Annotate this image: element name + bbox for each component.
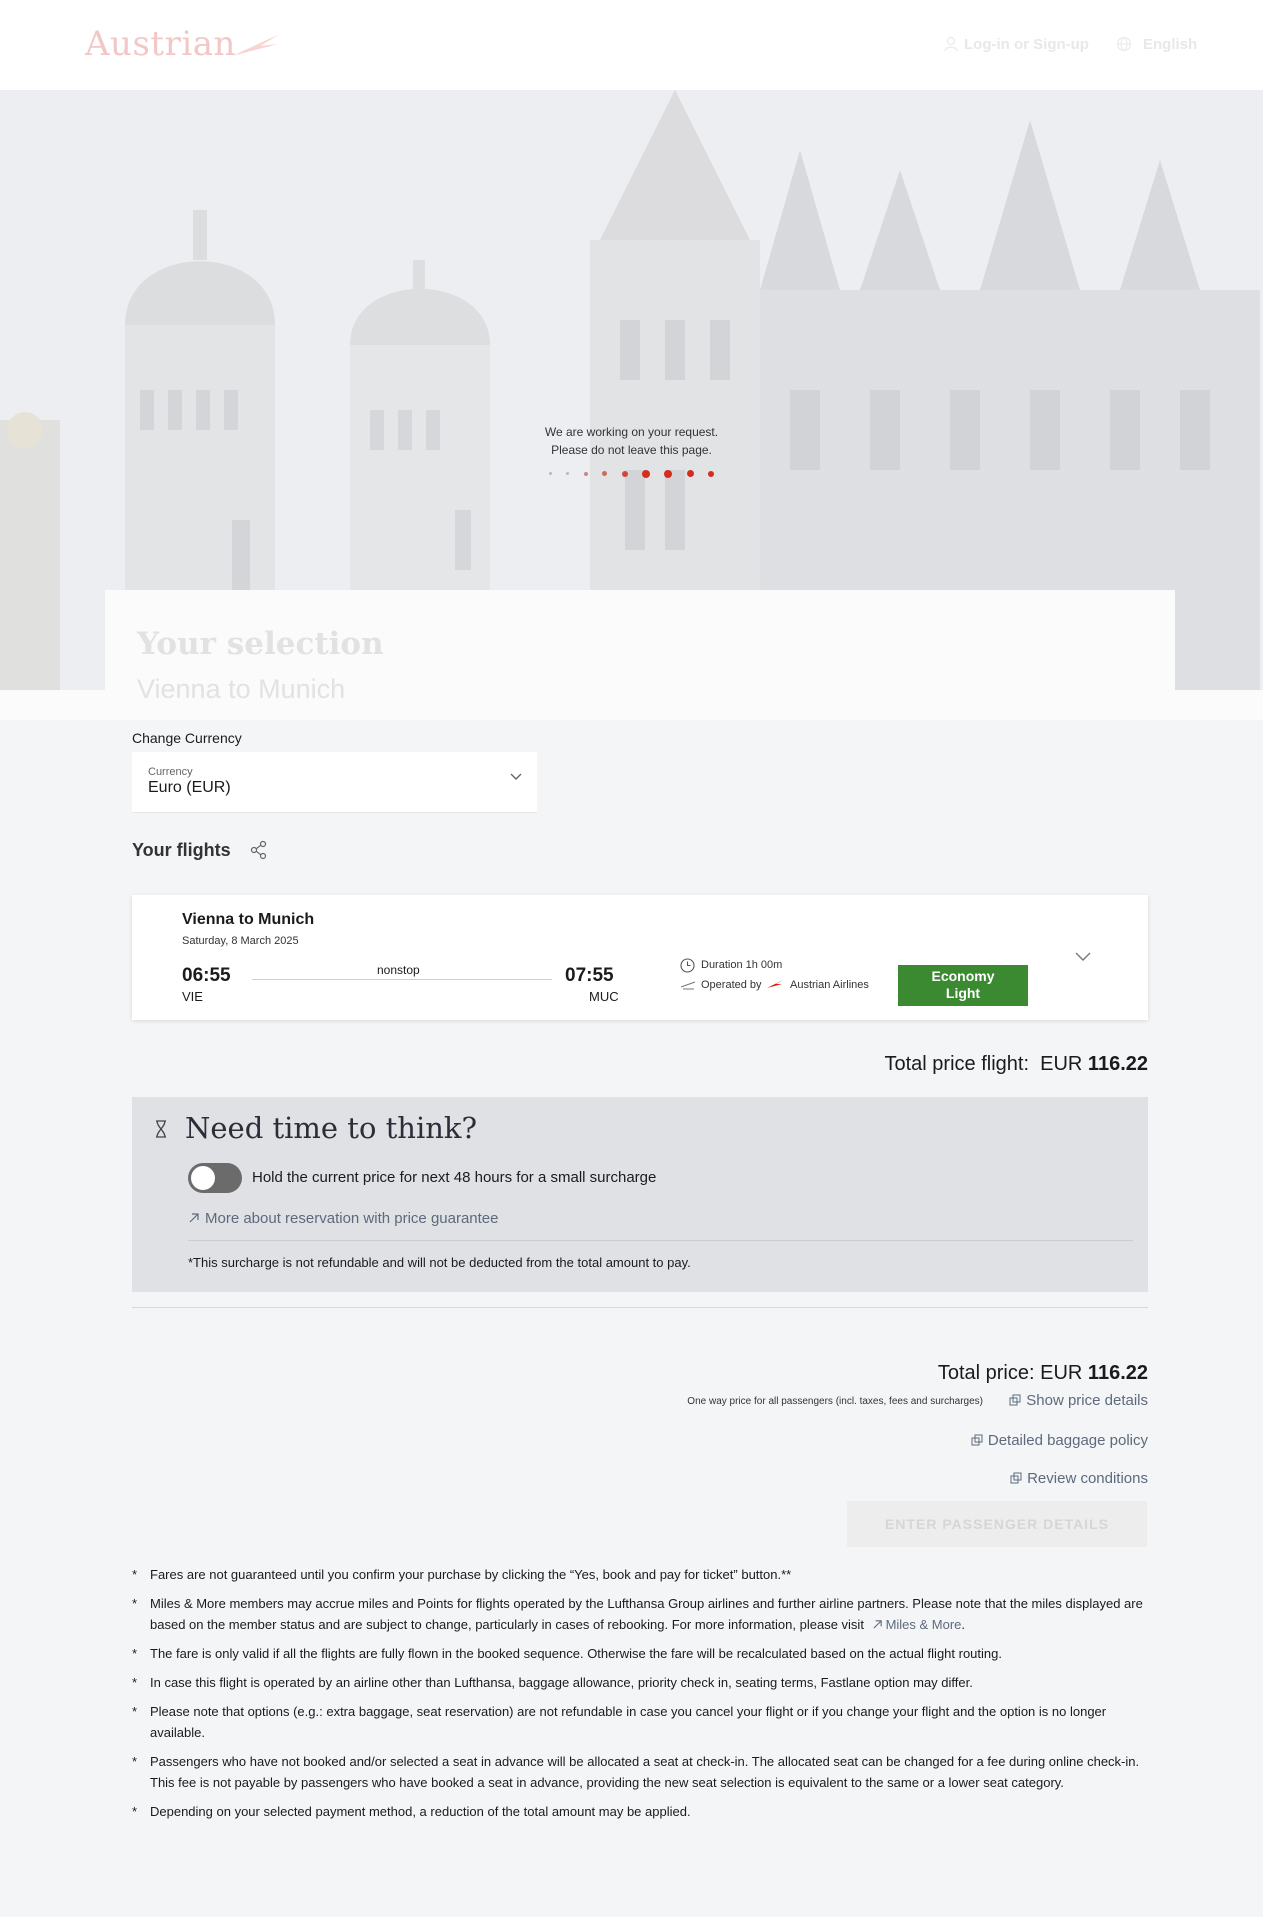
footnote-text: In case this flight is operated by an ai… (150, 1675, 973, 1690)
loading-dot (641, 469, 650, 478)
footnote-text: The fare is only valid if all the flight… (150, 1646, 1002, 1661)
footnote-item: * In case this flight is operated by an a… (132, 1675, 973, 1690)
popup-icon (1009, 1394, 1021, 1406)
baggage-policy-link[interactable]: Detailed baggage policy (971, 1432, 1148, 1449)
share-icon[interactable] (250, 840, 268, 860)
price-guarantee-link[interactable]: More about reservation with price guaran… (188, 1210, 499, 1227)
price-hold-title: Need time to think? (185, 1111, 478, 1145)
loading-dot (583, 471, 588, 476)
review-conditions-link[interactable]: Review conditions (1010, 1470, 1148, 1487)
footnote-text: Please note that options (e.g.: extra ba… (150, 1704, 1107, 1740)
divider (188, 1240, 1133, 1241)
review-conditions-text: Review conditions (1027, 1470, 1148, 1487)
flight-card[interactable]: Vienna to Munich Saturday, 8 March 2025 … (132, 895, 1148, 1020)
loading-dot (708, 470, 715, 477)
change-currency-label: Change Currency (132, 730, 242, 746)
footnote-item: * Passengers who have not booked and/or s… (132, 1754, 1140, 1790)
austrian-logo[interactable]: Austrian (85, 24, 236, 64)
footnote-text: Miles & More members may accrue miles an… (150, 1596, 1143, 1632)
loading-spinner (0, 465, 1263, 483)
arrival-airport: MUC (589, 989, 619, 1004)
route-subtitle: Vienna to Munich (137, 674, 346, 704)
price-guarantee-link-text: More about reservation with price guaran… (205, 1210, 499, 1227)
miles-and-more-link[interactable]: Miles & More (868, 1617, 962, 1632)
popup-icon (1010, 1472, 1022, 1484)
stops-label: nonstop (377, 963, 420, 977)
total-price-amount: 116.22 (1087, 1362, 1148, 1384)
total-price-label: Total price: (937, 1362, 1035, 1384)
fare-badge[interactable]: Economy Light (898, 965, 1028, 1006)
total-price: Total price: EUR 116.22 (938, 1362, 1148, 1385)
arrival-time: 07:55 (565, 965, 614, 986)
operated-by-label: Operated by (701, 979, 762, 991)
footnote-item: * Please note that options (e.g.: extra b… (132, 1704, 1107, 1740)
user-icon (944, 36, 958, 52)
departure-airport: VIE (182, 989, 203, 1004)
chevron-down-icon[interactable] (1074, 951, 1092, 963)
surcharge-note: *This surcharge is not refundable and wi… (188, 1255, 691, 1270)
external-arrow-icon (873, 1620, 882, 1629)
loading-dot (686, 470, 694, 478)
departure-time: 06:55 (182, 965, 231, 986)
miles-and-more-link-text: Miles & More (885, 1617, 962, 1632)
flight-date: Saturday, 8 March 2025 (182, 935, 299, 947)
loading-line-1: We are working on your request. (544, 425, 719, 439)
footnote-item: * Fares are not guaranteed until you conf… (132, 1567, 792, 1582)
currency-field-label: Currency (148, 766, 193, 778)
footnote-item: * Depending on your selected payment meth… (132, 1804, 691, 1819)
your-flights-heading: Your flights (132, 840, 231, 860)
total-price-flight: Total price flight: EUR 116.22 (884, 1053, 1148, 1076)
loading-dot (566, 472, 570, 476)
clock-icon (680, 958, 695, 973)
hourglass-icon (156, 1120, 166, 1138)
language-selector[interactable]: English (1143, 36, 1197, 53)
popup-icon (971, 1434, 983, 1446)
globe-icon (1116, 36, 1132, 52)
page-title: Your selection (137, 626, 384, 662)
chevron-logo-icon (232, 34, 280, 56)
divider (132, 1307, 1148, 1308)
price-hold-toggle[interactable] (188, 1163, 242, 1193)
site-header: Austrian Log-in or Sign-up English (0, 0, 1263, 90)
loading-line-2: Please do not leave this page. (551, 443, 712, 457)
currency-value: Euro (EUR) (148, 779, 231, 796)
loading-message: We are working on your request. Please d… (0, 423, 1263, 459)
loading-dot (548, 472, 552, 476)
loading-dot (621, 470, 628, 477)
footnote-text: Passengers who have not booked and/or se… (150, 1754, 1140, 1790)
enter-passenger-details-button[interactable]: ENTER PASSENGER DETAILS (847, 1501, 1147, 1547)
fare-name-line-1: Economy (931, 968, 995, 984)
one-way-note: One way price for all passengers (incl. … (687, 1396, 983, 1407)
footnotes-list: * Fares are not guaranteed until you conf… (132, 1564, 1148, 1830)
total-flight-label: Total price flight: (884, 1053, 1029, 1075)
fare-name-line-2: Light (945, 985, 981, 1001)
austrian-airlines-logo-icon (767, 980, 783, 988)
total-flight-currency: EUR (1040, 1053, 1083, 1075)
chevron-down-icon (510, 773, 522, 780)
login-link[interactable]: Log-in or Sign-up (964, 36, 1089, 53)
show-price-details-link[interactable]: Show price details (1009, 1392, 1148, 1409)
currency-select[interactable]: Currency Euro (EUR) (132, 752, 537, 813)
footnote-text: Depending on your selected payment metho… (150, 1804, 691, 1819)
baggage-policy-text: Detailed baggage policy (987, 1432, 1148, 1449)
external-arrow-icon (189, 1213, 199, 1223)
price-hold-box: Need time to think? Hold the current pri… (132, 1097, 1148, 1292)
price-hold-toggle-label: Hold the current price for next 48 hours… (252, 1169, 657, 1186)
loading-dot (664, 469, 673, 478)
footnote-item: * The fare is only valid if all the fligh… (132, 1646, 1002, 1661)
footnote-item: * Miles & More members may accrue miles a… (132, 1596, 1143, 1632)
operator-name: Austrian Airlines (790, 979, 869, 991)
show-price-details-text: Show price details (1026, 1392, 1148, 1409)
flight-route-line (252, 979, 552, 980)
selection-panel: Your selection Vienna to Munich (105, 590, 1175, 720)
airplane-icon (680, 981, 696, 990)
total-price-currency: EUR (1040, 1362, 1083, 1384)
footnote-text: Fares are not guaranteed until you confi… (150, 1567, 792, 1582)
flight-route: Vienna to Munich (182, 911, 315, 928)
toggle-knob (191, 1166, 215, 1190)
flight-duration: Duration 1h 00m (701, 959, 783, 971)
total-flight-amount: 116.22 (1087, 1053, 1148, 1075)
loading-dot (602, 471, 608, 477)
